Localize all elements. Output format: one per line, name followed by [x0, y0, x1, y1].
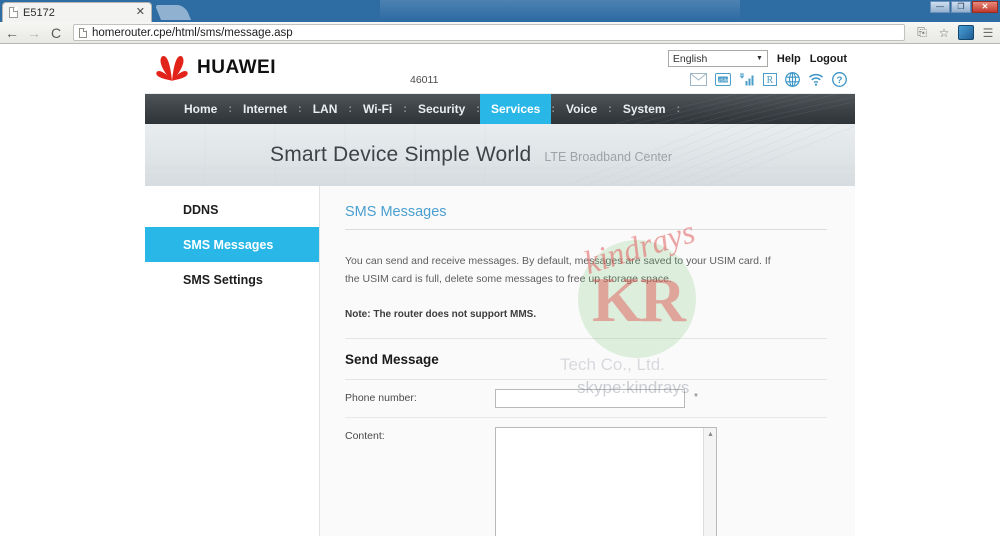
copy-icon[interactable]: ⎘ [914, 25, 930, 40]
minimize-button[interactable]: — [930, 1, 950, 13]
nav-item-voice[interactable]: Voice [555, 94, 608, 124]
section-divider [345, 337, 827, 339]
envelope-icon[interactable] [690, 73, 707, 86]
title-divider [345, 229, 827, 230]
nav-item-services[interactable]: Services [479, 94, 552, 124]
brand-logo: HUAWEI [155, 53, 276, 83]
sidebar-item-sms-messages[interactable]: SMS Messages [145, 227, 319, 262]
back-button[interactable]: ← [4, 26, 20, 40]
sidebar: DDNS SMS Messages SMS Settings [145, 186, 320, 536]
browser-toolbar: ← → C homerouter.cpe/html/sms/message.as… [0, 22, 1000, 44]
svg-text:?: ? [837, 75, 843, 86]
window-controls: — ❐ ✕ [928, 0, 1000, 14]
wifi-icon[interactable] [808, 73, 824, 86]
nav-items: Home : Internet : LAN : Wi-Fi : Security… [145, 94, 680, 124]
tab-favicon-icon [9, 7, 18, 18]
usim-card-icon[interactable]: USIM [715, 73, 731, 86]
hero-banner: Smart Device Simple World LTE Broadband … [145, 124, 855, 186]
address-bar-url: homerouter.cpe/html/sms/message.asp [92, 26, 293, 39]
forward-button[interactable]: → [26, 26, 42, 40]
nav-item-system[interactable]: System [612, 94, 677, 124]
language-select[interactable]: English ▼ [667, 50, 768, 67]
address-bar[interactable]: homerouter.cpe/html/sms/message.asp [73, 24, 905, 41]
banner-headline: Smart Device Simple World [270, 143, 532, 166]
brand-name: HUAWEI [197, 57, 276, 78]
status-icon-bar: USIM R ? [690, 72, 847, 87]
nav-separator: : [676, 103, 681, 115]
content-scrollbar[interactable]: ▲ [703, 427, 717, 536]
nav-item-security[interactable]: Security [407, 94, 476, 124]
banner-subtitle: LTE Broadband Center [544, 150, 672, 164]
header-controls: English ▼ Help Logout USIM R ? [667, 50, 847, 87]
roaming-icon[interactable]: R [763, 73, 777, 86]
page-note: Note: The router does not support MMS. [345, 308, 537, 320]
browser-window: E5172 ✕ — ❐ ✕ ← → C homerouter.cpe/html/… [0, 0, 1000, 536]
scroll-up-icon[interactable]: ▲ [704, 428, 717, 441]
new-tab-button[interactable] [154, 5, 192, 20]
browser-tab-strip: E5172 ✕ [0, 0, 1000, 22]
svg-text:USIM: USIM [717, 78, 729, 83]
router-admin-page: HUAWEI 46011 English ▼ Help Logout USIM … [145, 44, 855, 536]
huawei-logo-icon [156, 55, 188, 81]
main-navigation: Home : Internet : LAN : Wi-Fi : Security… [145, 94, 855, 124]
tab-title: E5172 [23, 6, 55, 19]
phone-required-mark: * [694, 391, 698, 403]
page-viewport: HUAWEI 46011 English ▼ Help Logout USIM … [0, 44, 1000, 536]
restore-button[interactable]: ❐ [951, 1, 971, 13]
page-title: SMS Messages [345, 204, 447, 220]
banner-text: Smart Device Simple World LTE Broadband … [270, 143, 672, 167]
nav-item-internet[interactable]: Internet [232, 94, 298, 124]
content-label: Content: [345, 429, 385, 442]
phone-number-label: Phone number: [345, 391, 417, 404]
browser-tab[interactable]: E5172 ✕ [2, 2, 152, 22]
logout-link[interactable]: Logout [810, 53, 847, 65]
tab-close-icon[interactable]: ✕ [136, 7, 145, 18]
sidebar-item-ddns[interactable]: DDNS [145, 192, 319, 227]
language-selected: English [672, 52, 708, 65]
chevron-down-icon: ▼ [755, 55, 763, 62]
content-panel: SMS Messages You can send and receive me… [320, 186, 855, 536]
sidebar-item-sms-settings[interactable]: SMS Settings [145, 262, 319, 297]
phone-number-row: Phone number: * [345, 380, 827, 417]
help-link[interactable]: Help [777, 53, 801, 65]
page-info-icon [79, 27, 87, 38]
desktop-background: E5172 ✕ — ❐ ✕ ← → C homerouter.cpe/html/… [0, 0, 1000, 536]
star-icon[interactable]: ☆ [936, 26, 952, 40]
content-row: Content: ▲ [345, 416, 827, 536]
phone-number-input[interactable] [495, 388, 685, 408]
nav-item-lan[interactable]: LAN [302, 94, 349, 124]
content-textarea[interactable] [495, 426, 717, 536]
signal-bars-icon[interactable] [739, 73, 755, 86]
nav-item-wifi[interactable]: Wi-Fi [352, 94, 403, 124]
close-button[interactable]: ✕ [972, 1, 998, 13]
extension-icon[interactable] [958, 25, 974, 40]
page-description: You can send and receive messages. By de… [345, 255, 771, 286]
svg-text:R: R [767, 75, 774, 86]
nav-item-home[interactable]: Home [173, 94, 228, 124]
section-title: Send Message [345, 351, 439, 367]
content-textarea-wrapper: ▲ [495, 426, 717, 536]
router-header: HUAWEI 46011 English ▼ Help Logout USIM … [145, 44, 855, 94]
sidebar-item-label: DDNS [183, 202, 219, 217]
page-body: DDNS SMS Messages SMS Settings SMS Messa… [145, 186, 855, 536]
globe-icon[interactable] [785, 72, 800, 87]
browser-menu-icon[interactable]: ☰ [980, 26, 996, 40]
operator-code: 46011 [410, 74, 439, 86]
sidebar-item-label: SMS Messages [183, 237, 274, 252]
reload-button[interactable]: C [48, 26, 64, 40]
help-circle-icon[interactable]: ? [832, 72, 847, 87]
sidebar-item-label: SMS Settings [183, 272, 263, 287]
